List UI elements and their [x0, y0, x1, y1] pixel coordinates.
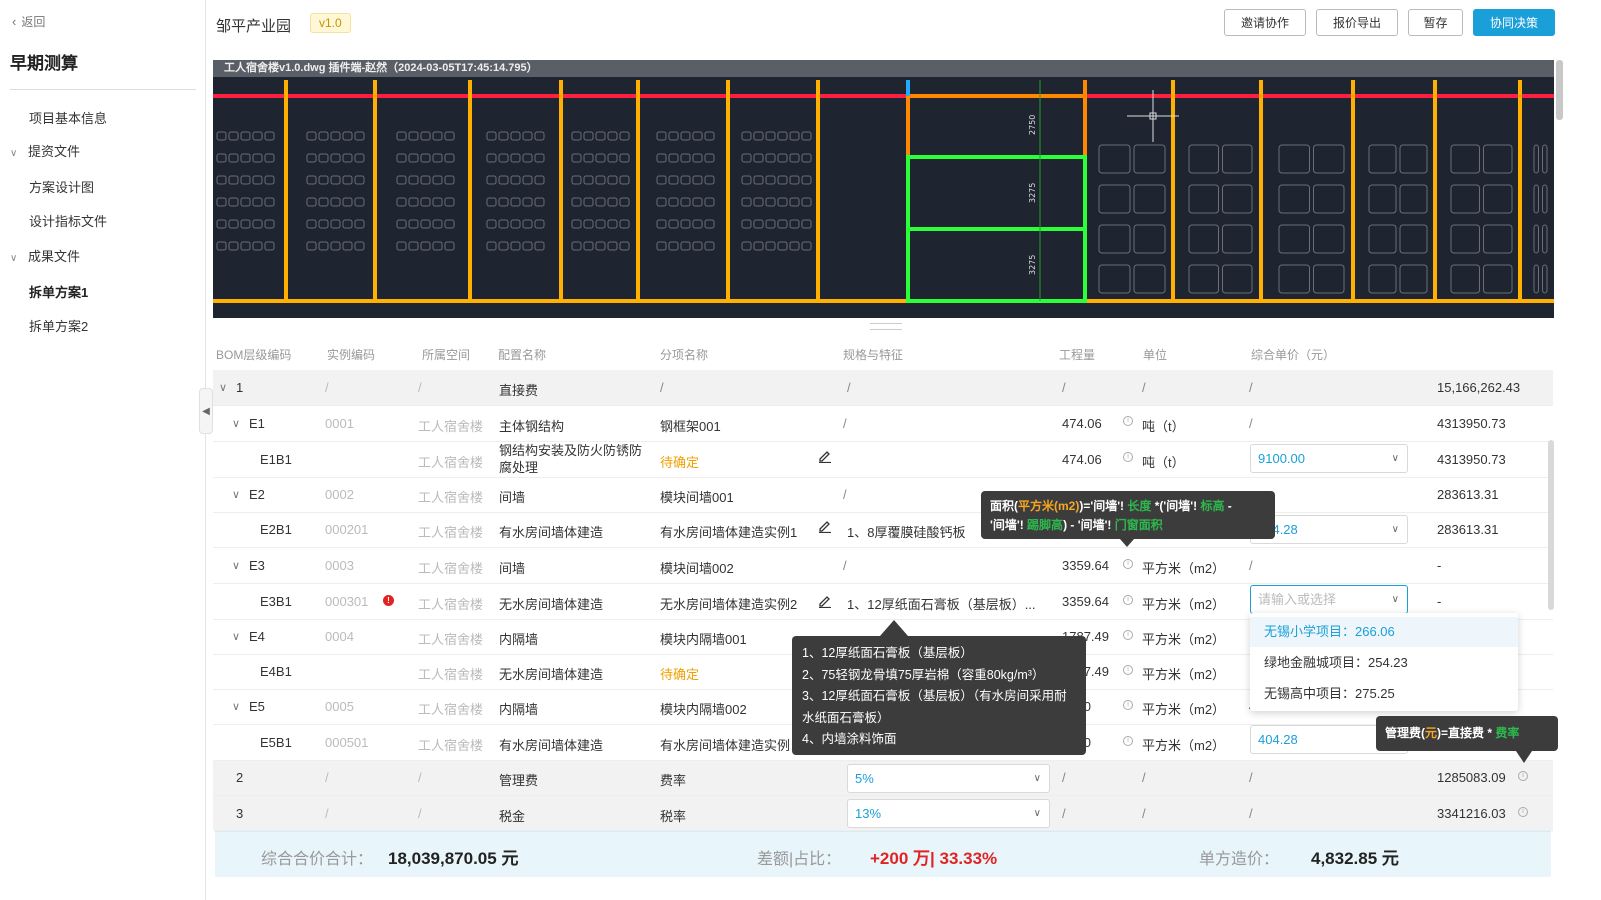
chevron-down-icon[interactable]: ∨ [219, 381, 227, 394]
save-draft-button[interactable]: 暂存 [1408, 9, 1463, 36]
divider [10, 89, 196, 90]
sidebar: ‹ 返回 早期测算 项目基本信息 ∨ 提资文件 方案设计图 设计指标文件 ∨ 成果文件… [0, 0, 206, 900]
info-icon[interactable]: i [1518, 807, 1528, 817]
export-quote-button[interactable]: 报价导出 [1316, 9, 1398, 36]
col-bom-code: BOM层级编码 [216, 348, 292, 362]
col-space: 所属空间 [422, 348, 471, 362]
table-scrollbar[interactable] [1548, 440, 1554, 610]
table-row[interactable]: E1B1 工人宿舍楼 钢结构安装及防火防锈防腐处理 待确定 474.06 i 吨… [213, 442, 1553, 478]
table-row[interactable]: ∨ E1 0001 工人宿舍楼 主体钢结构 钢框架001 / 474.06 i … [213, 406, 1553, 442]
col-spec: 规格与特征 [843, 348, 904, 362]
info-icon[interactable]: i [1123, 630, 1133, 640]
resize-handle[interactable] [870, 323, 902, 330]
tooltip-arrow [1516, 751, 1532, 763]
chevron-down-icon: ∨ [1391, 594, 1399, 605]
project-name: 邹平产业园 [216, 18, 292, 35]
unit-price-select[interactable]: 请输入或选择 ∨ [1250, 585, 1408, 614]
info-icon[interactable]: i [1123, 452, 1133, 462]
dimension-label: 2750 [1028, 115, 1037, 135]
table-row[interactable]: ∨ E2 0002 工人宿舍楼 间墙 模块间墙001 / 283613.31 [213, 478, 1553, 513]
col-item-name: 分项名称 [660, 348, 709, 362]
collapse-sidebar-button[interactable]: ◀ [199, 388, 213, 434]
chevron-down-icon: ∨ [10, 148, 18, 159]
formula-line: 面积(平方米(m2))='间墙'! 长度 *('间墙'! 标高 - [990, 499, 1232, 513]
version-badge: v1.0 [310, 13, 351, 33]
edit-icon[interactable] [818, 594, 832, 611]
info-icon[interactable]: i [1123, 665, 1133, 675]
chevron-down-icon[interactable]: ∨ [232, 700, 240, 713]
formula-tooltip: 面积(平方米(m2))='间墙'! 长度 *('间墙'! 标高 - '间墙'! … [981, 491, 1275, 539]
info-icon[interactable]: i [1123, 559, 1133, 569]
chevron-down-icon: ∨ [10, 253, 18, 264]
table-header: BOM层级编码 实例编码 所属空间 配置名称 分项名称 规格与特征 工程量 单位… [213, 337, 1553, 370]
edit-icon[interactable] [818, 519, 832, 536]
info-icon[interactable]: i [1123, 416, 1133, 426]
chevron-down-icon: ∨ [1033, 773, 1041, 784]
col-unit: 单位 [1143, 348, 1168, 362]
table-row[interactable]: ∨ 1 / / 直接费 / / / / / 15,166,262.43 [213, 370, 1553, 406]
cad-file-caption: 工人宿舍楼v1.0.dwg 插件端-赵然（2024-03-05T17:45:14… [213, 60, 1554, 77]
dropdown-option[interactable]: 绿地金融城项目：254.23 [1250, 648, 1518, 678]
diff-value: +200 万| 33.33% [870, 849, 998, 868]
sidebar-item-design-index[interactable]: 设计指标文件 [29, 211, 107, 230]
chevron-down-icon[interactable]: ∨ [232, 559, 240, 572]
price-reference-dropdown: 无锡小学项目：266.06 绿地金融城项目：254.23 无锡高中项目：275.… [1250, 613, 1518, 711]
chevron-down-icon: ∨ [1033, 808, 1041, 819]
sidebar-group-result-files[interactable]: ∨ 成果文件 [10, 246, 80, 265]
info-icon[interactable]: i [1123, 736, 1133, 746]
formula-line: '间墙'! 踢脚高) - '间墙'! 门窗面积 [990, 518, 1163, 532]
dimension-label: 3275 [1028, 255, 1037, 275]
dropdown-option[interactable]: 无锡高中项目：275.25 [1250, 679, 1518, 709]
pending-status: 待确定 [660, 667, 700, 682]
diff-label: 差额|占比： [757, 851, 842, 868]
tax-rate-select[interactable]: 13% ∨ [847, 799, 1050, 828]
cad-scrollbar[interactable] [1556, 60, 1563, 120]
table-row[interactable]: 3 / / 税金 税率 13% ∨ / / / 3341216.03 i [213, 796, 1553, 831]
summary-footer: 综合合价合计： 18,039,870.05 元 差额|占比： +200 万| 3… [215, 831, 1551, 877]
info-icon[interactable]: i [1518, 771, 1528, 781]
sidebar-item-project-info[interactable]: 项目基本信息 [29, 108, 107, 127]
table-row[interactable]: 2 / / 管理费 费率 5% ∨ / / / 1285083.09 i [213, 761, 1553, 796]
unit-cost-value: 4,832.85 元 [1311, 849, 1399, 868]
unit-cost-label: 单方造价： [1199, 851, 1280, 868]
pending-status: 待确定 [660, 455, 700, 470]
dropdown-option[interactable]: 无锡小学项目：266.06 [1250, 617, 1518, 647]
col-quantity: 工程量 [1059, 348, 1096, 362]
tooltip-arrow [1120, 539, 1134, 547]
col-instance-code: 实例编码 [327, 348, 376, 362]
info-icon[interactable]: i [1123, 595, 1133, 605]
col-config-name: 配置名称 [498, 348, 547, 362]
info-icon[interactable]: i [1123, 700, 1133, 710]
back-link[interactable]: ‹ 返回 [12, 13, 45, 30]
fee-rate-select[interactable]: 5% ∨ [847, 764, 1050, 793]
cad-drawing: 2750 3275 3275 [213, 80, 1554, 303]
total-label: 综合合价合计： [261, 851, 374, 868]
tooltip-arrow [880, 620, 908, 636]
table-row[interactable]: ∨ E3 0003 工人宿舍楼 间墙 模块间墙002 / 3359.64 i 平… [213, 548, 1553, 584]
chevron-down-icon: ∨ [1391, 453, 1399, 464]
col-unit-price: 综合单价（元） [1251, 348, 1336, 362]
fee-formula-tooltip: 管理费(元)=直接费 * 费率 [1376, 716, 1558, 751]
total-value: 18,039,870.05 元 [388, 849, 519, 868]
chevron-down-icon[interactable]: ∨ [232, 488, 240, 501]
sidebar-group-submitted-files[interactable]: ∨ 提资文件 [10, 141, 80, 160]
sidebar-item-split-plan-2[interactable]: 拆单方案2 [29, 316, 88, 335]
caret-left-icon: ◀ [202, 405, 210, 417]
table-row[interactable]: E2B1 000201 工人宿舍楼 有水房间墙体建造 有水房间墙体建造实例1 1… [213, 513, 1553, 548]
invite-collaborate-button[interactable]: 邀请协作 [1224, 9, 1306, 36]
dimension-label: 3275 [1028, 183, 1037, 203]
chevron-left-icon: ‹ [12, 14, 17, 29]
edit-icon[interactable] [818, 449, 832, 466]
chevron-down-icon[interactable]: ∨ [232, 417, 240, 430]
sidebar-item-split-plan-1[interactable]: 拆单方案1 [29, 282, 88, 301]
page-title: 早期测算 [10, 54, 78, 73]
cad-viewer[interactable]: 2750 3275 3275 [213, 60, 1554, 318]
error-icon[interactable]: ! [383, 595, 394, 606]
collaborative-decision-button[interactable]: 协同决策 [1473, 9, 1555, 36]
spec-tooltip: 1、12厚纸面石膏板（基层板） 2、75轻钢龙骨填75厚岩棉（容重80kg/m³… [792, 636, 1086, 755]
unit-price-select[interactable]: 9100.00 ∨ [1250, 444, 1408, 473]
sidebar-item-design-drawings[interactable]: 方案设计图 [29, 177, 94, 196]
chevron-down-icon: ∨ [1391, 524, 1399, 535]
chevron-down-icon[interactable]: ∨ [232, 630, 240, 643]
